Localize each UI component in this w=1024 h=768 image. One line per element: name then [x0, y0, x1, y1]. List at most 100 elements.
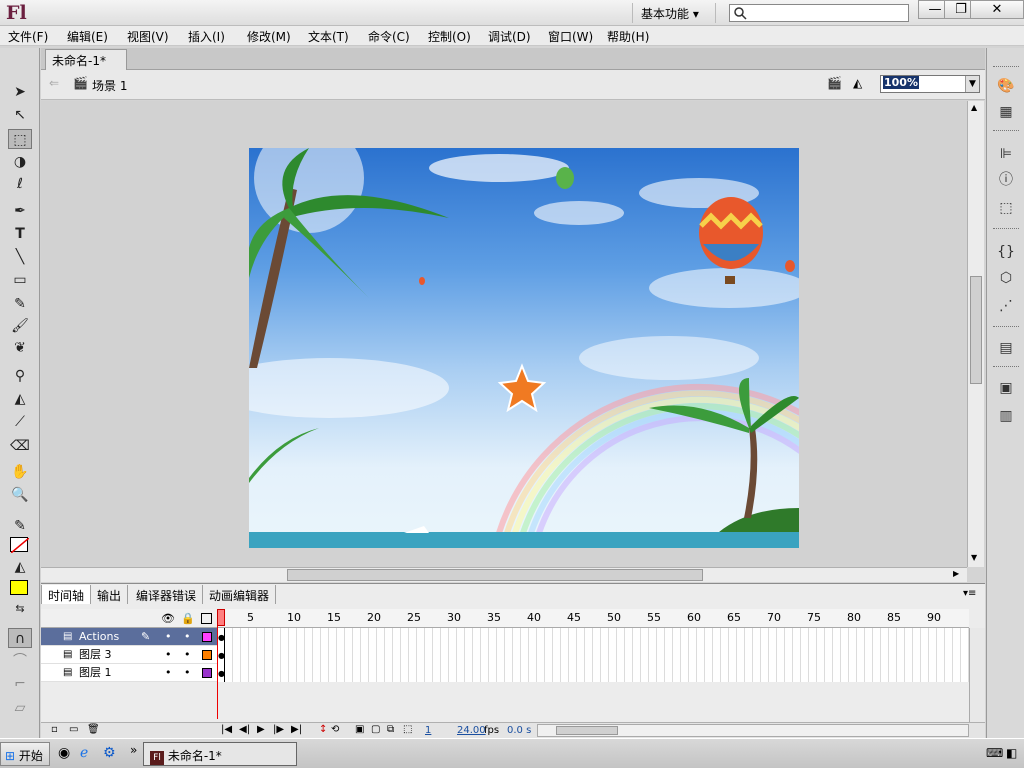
- layer-row-layer1[interactable]: ▤ 图层 1 • •: [41, 664, 217, 682]
- hand-icon[interactable]: ✋: [8, 462, 32, 482]
- layer-color-swatch[interactable]: [202, 650, 212, 660]
- stage-horizontal-scrollbar[interactable]: ▶: [41, 567, 967, 582]
- chevron-down-icon[interactable]: ▼: [965, 76, 979, 92]
- back-arrow-icon[interactable]: ⇐: [49, 76, 59, 90]
- timeline-scroll-thumb[interactable]: [556, 726, 618, 735]
- horizontal-scroll-thumb[interactable]: [287, 569, 703, 581]
- timeline-vertical-scrollbar[interactable]: [969, 628, 985, 722]
- lock-icon[interactable]: 🔒: [181, 612, 195, 625]
- close-button[interactable]: ✕: [970, 0, 1024, 19]
- straighten-icon[interactable]: ⌐: [8, 674, 32, 694]
- align-icon[interactable]: ⊫: [995, 144, 1017, 164]
- edit-multiple-icon[interactable]: ⧉: [387, 724, 394, 735]
- start-button[interactable]: ⊞ 开始: [0, 742, 50, 766]
- frame-grid[interactable]: ● ● ●: [217, 628, 969, 682]
- library-icon[interactable]: ▥: [995, 406, 1017, 426]
- info-icon[interactable]: ⓘ: [995, 170, 1017, 190]
- visibility-dot[interactable]: •: [165, 664, 172, 682]
- onion-outline-icon[interactable]: ▢: [371, 724, 380, 735]
- playhead-handle[interactable]: [217, 609, 225, 626]
- swap-colors-icon[interactable]: ⇆: [8, 599, 32, 619]
- menu-text[interactable]: 文本(T): [308, 28, 349, 45]
- menu-commands[interactable]: 命令(C): [368, 28, 410, 45]
- settings-icon[interactable]: ⚙: [103, 745, 116, 761]
- pencil-icon[interactable]: ✎: [8, 294, 32, 314]
- delete-icon[interactable]: 🗑: [87, 724, 100, 735]
- layer-row-actions[interactable]: ▤ Actions ✎ • •: [41, 628, 217, 646]
- help-search-input[interactable]: [729, 4, 909, 22]
- smooth-icon[interactable]: ⌒: [8, 651, 32, 671]
- onion-skin-icon[interactable]: ▣: [355, 724, 364, 735]
- menu-edit[interactable]: 编辑(E): [67, 28, 108, 45]
- bone-icon[interactable]: ⚲: [8, 366, 32, 386]
- tab-compiler-errors[interactable]: 编译器错误: [130, 585, 204, 604]
- paint-bucket-icon[interactable]: ◭: [8, 389, 32, 409]
- menu-control[interactable]: 控制(O): [428, 28, 471, 45]
- lock-dot[interactable]: •: [184, 628, 191, 646]
- text-icon[interactable]: T: [8, 224, 32, 244]
- new-layer-icon[interactable]: ▫: [51, 724, 58, 735]
- components-icon[interactable]: ⬡: [995, 268, 1017, 288]
- layer-color-swatch[interactable]: [202, 632, 212, 642]
- scroll-right-icon[interactable]: ▶: [953, 569, 959, 578]
- menu-file[interactable]: 文件(F): [8, 28, 48, 45]
- edit-symbols-icon[interactable]: ◭: [853, 76, 862, 90]
- first-frame-icon[interactable]: |◀: [221, 724, 232, 735]
- timeline-horizontal-scrollbar[interactable]: [537, 724, 969, 737]
- menu-help[interactable]: 帮助(H): [607, 28, 649, 45]
- stage-canvas[interactable]: [249, 148, 799, 548]
- fps-value[interactable]: 24.00: [457, 725, 486, 736]
- menu-modify[interactable]: 修改(M): [247, 28, 291, 45]
- lock-dot[interactable]: •: [184, 646, 191, 664]
- workspace-switcher[interactable]: 基本功能 ▾: [632, 3, 716, 23]
- visibility-dot[interactable]: •: [165, 628, 172, 646]
- browser-icon[interactable]: ◉: [58, 745, 70, 761]
- current-frame-value[interactable]: 1: [425, 725, 431, 736]
- free-transform-icon[interactable]: ⬚: [8, 129, 32, 149]
- visibility-dot[interactable]: •: [165, 646, 172, 664]
- frame-ruler[interactable]: 1 5 10 15 20 25 30 35 40 45 50 55 60 65 …: [217, 609, 969, 628]
- stage-area[interactable]: [41, 101, 967, 567]
- loop-icon[interactable]: ⟲: [331, 724, 339, 735]
- tab-output[interactable]: 输出: [91, 585, 129, 604]
- transform-icon[interactable]: ⬚: [995, 198, 1017, 218]
- menu-view[interactable]: 视图(V): [127, 28, 169, 45]
- zoom-select[interactable]: 100% ▼: [880, 75, 980, 93]
- tray-icon[interactable]: ◧: [1006, 746, 1017, 760]
- deco-icon[interactable]: ❦: [8, 338, 32, 358]
- color-palette-icon[interactable]: 🎨: [995, 76, 1017, 96]
- subselect-icon[interactable]: ↖: [8, 105, 32, 125]
- tab-motion-editor[interactable]: 动画编辑器: [203, 585, 277, 604]
- code-snippets-icon[interactable]: {}: [995, 242, 1017, 262]
- brush-icon[interactable]: 🖌: [8, 316, 32, 336]
- eye-icon[interactable]: 👁: [161, 612, 175, 625]
- properties-icon[interactable]: ▣: [995, 378, 1017, 398]
- 3d-rotation-icon[interactable]: ◑: [8, 152, 32, 172]
- snap-magnet-icon[interactable]: ∩: [8, 628, 32, 648]
- zoom-icon[interactable]: 🔍: [8, 485, 32, 505]
- taskbar-app-flash[interactable]: Fl 未命名-1*: [143, 742, 297, 766]
- line-icon[interactable]: ╲: [8, 247, 32, 267]
- pen-icon[interactable]: ✒: [8, 201, 32, 221]
- layer-row-layer3[interactable]: ▤ 图层 3 • •: [41, 646, 217, 664]
- layer-color-swatch[interactable]: [202, 668, 212, 678]
- eyedropper-icon[interactable]: ⟋: [8, 412, 32, 432]
- playhead[interactable]: [217, 609, 225, 719]
- last-frame-icon[interactable]: ▶|: [291, 724, 302, 735]
- step-back-icon[interactable]: ◀|: [239, 724, 250, 735]
- tab-timeline[interactable]: 时间轴: [41, 585, 92, 604]
- fill-color-swatch[interactable]: [10, 580, 28, 595]
- more-launchers[interactable]: »: [130, 743, 137, 757]
- rectangle-icon[interactable]: ▭: [8, 270, 32, 290]
- stage-vertical-scrollbar[interactable]: ▲ ▼: [967, 101, 984, 567]
- keyboard-icon[interactable]: ⌨: [986, 746, 1003, 760]
- edit-scene-icon[interactable]: 🎬: [827, 76, 842, 90]
- center-frame-icon[interactable]: ↕: [319, 724, 327, 735]
- new-folder-icon[interactable]: ▭: [69, 724, 78, 735]
- scroll-down-icon[interactable]: ▼: [971, 553, 977, 562]
- step-forward-icon[interactable]: |▶: [273, 724, 284, 735]
- eraser-icon[interactable]: ⌫: [8, 436, 32, 456]
- scroll-up-icon[interactable]: ▲: [971, 103, 977, 112]
- menu-debug[interactable]: 调试(D): [488, 28, 531, 45]
- arrow-icon[interactable]: ➤: [8, 82, 32, 102]
